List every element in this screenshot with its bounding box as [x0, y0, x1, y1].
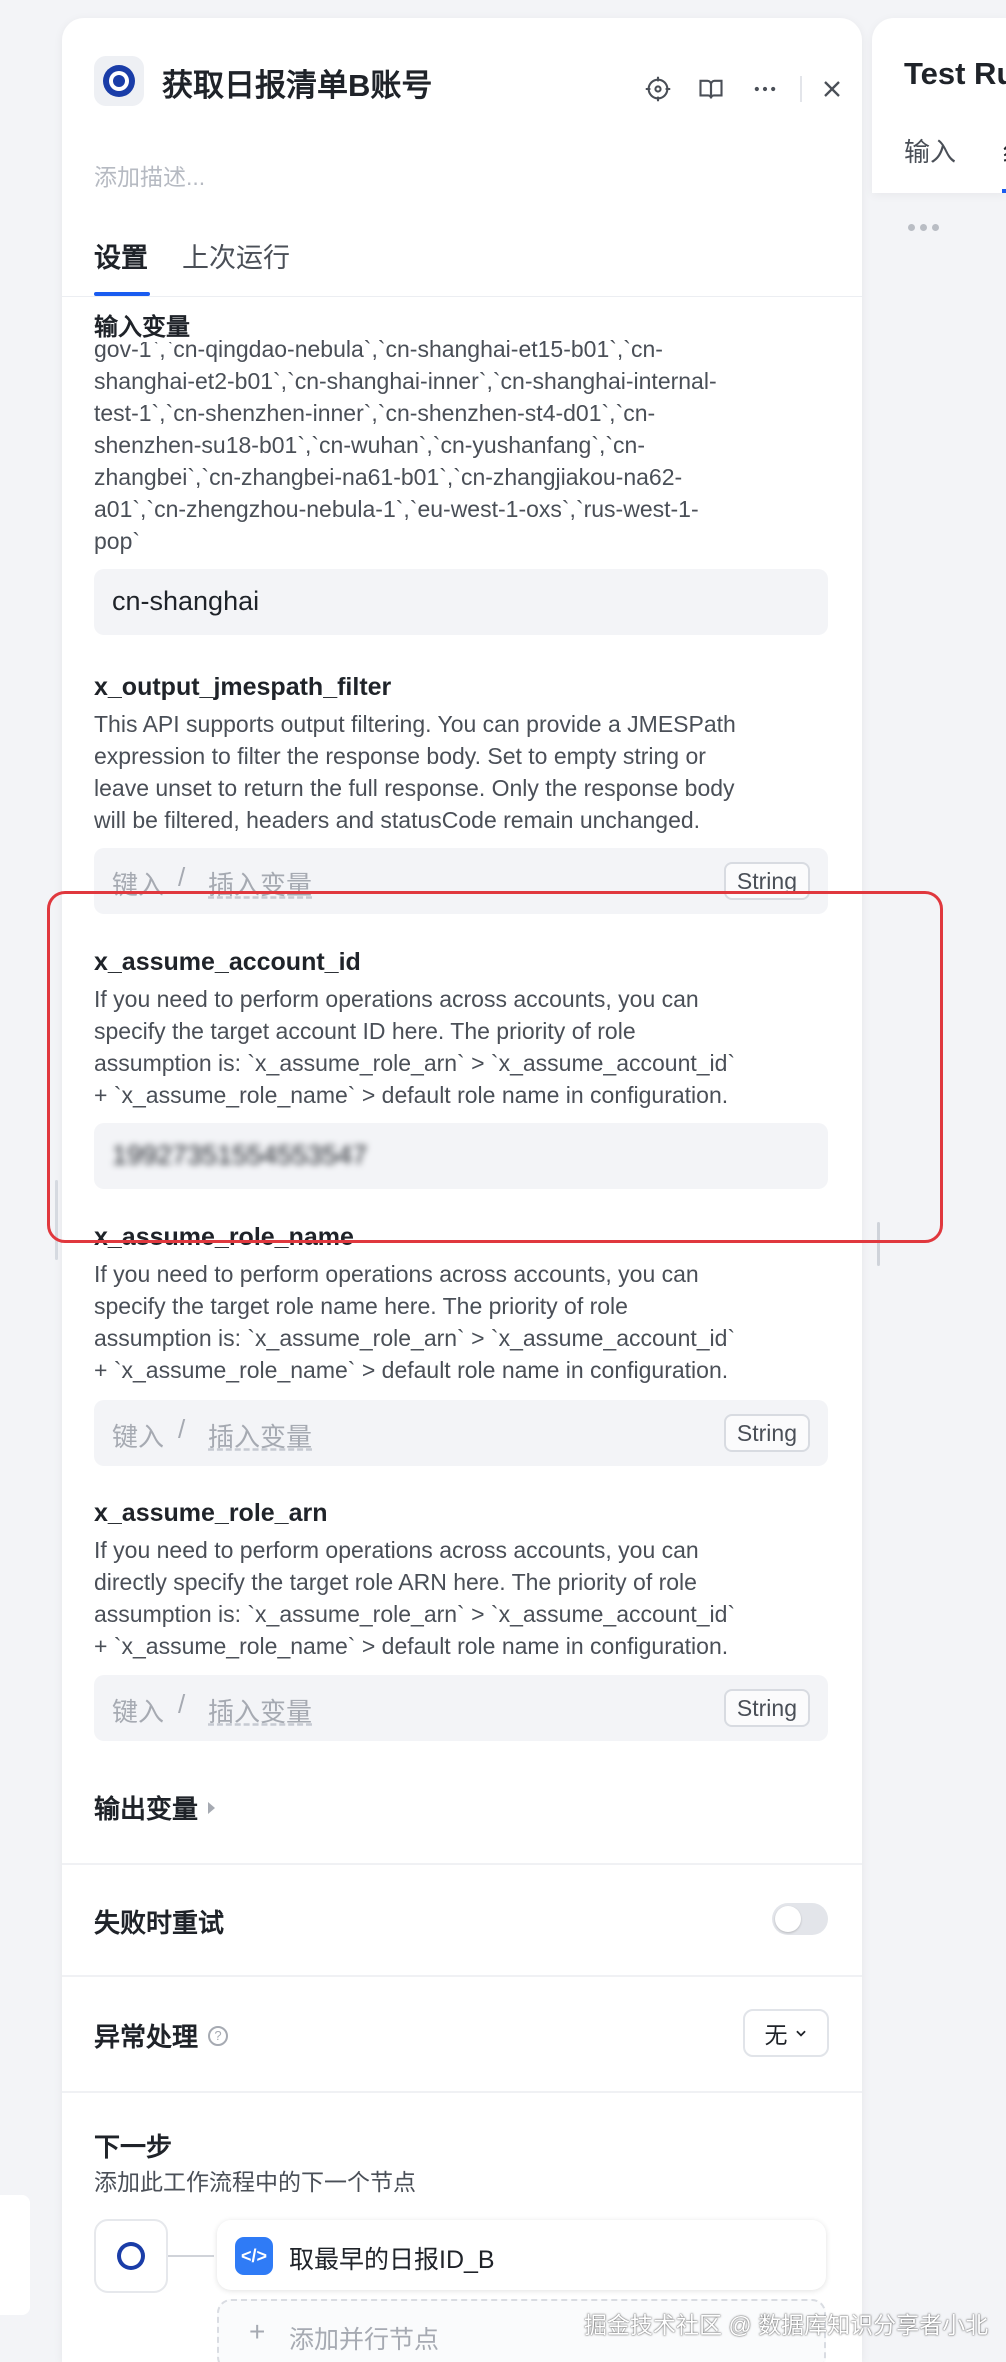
desc-line: If you need to perform operations across…	[94, 1261, 699, 1287]
desc-line: + `x_assume_role_name` > default role na…	[94, 1633, 729, 1659]
left-canvas-card	[0, 2195, 30, 2315]
role-name-input[interactable]: 键入 / 插入变量 String	[94, 1400, 828, 1466]
enum-line: shenzhen-su18-b01`,`cn-wuhan`,`cn-yushan…	[94, 432, 646, 458]
output-variables-toggle[interactable]: 输出变量	[94, 1789, 216, 1826]
desc-line: expression to filter the response body. …	[94, 743, 706, 769]
retry-label: 失败时重试	[94, 1908, 225, 1938]
desc-line: + `x_assume_role_name` > default role na…	[94, 1357, 729, 1383]
close-icon[interactable]	[817, 74, 847, 104]
desc-line: If you need to perform operations across…	[94, 1537, 699, 1563]
enum-line: a01`,`cn-zhengzhou-nebula-1`,`eu-west-1-…	[94, 496, 699, 522]
active-tab-indicator	[1002, 189, 1006, 193]
section-divider	[62, 1975, 862, 1977]
tab-last-run[interactable]: 上次运行	[182, 236, 290, 275]
chevron-down-icon	[795, 2030, 806, 2037]
key-placeholder[interactable]: 键入	[112, 1692, 164, 1729]
panel-header: 获取日报清单B账号 添加描述... 设置 上次运行	[62, 18, 862, 297]
output-variables-label: 输出变量	[94, 1794, 199, 1824]
watermark: 掘金技术社区 @ 数据库知识分享者小北	[584, 2312, 989, 2338]
next-node-label: 取最早的日报ID_B	[289, 2246, 495, 2274]
code-icon: </>	[235, 2237, 273, 2275]
type-badge[interactable]: String	[723, 1689, 810, 1727]
flow-connector	[168, 2255, 214, 2257]
next-step-title: 下一步	[94, 2132, 173, 2162]
current-node-icon	[94, 2219, 168, 2293]
field-desc-role-name: If you need to perform operations across…	[94, 1258, 814, 1386]
header-separator	[800, 76, 802, 102]
region-id-value: cn-shanghai	[112, 586, 260, 616]
section-divider	[62, 1863, 862, 1865]
slash-separator: /	[178, 862, 186, 892]
insert-variable-link[interactable]: 插入变量	[208, 1692, 312, 1729]
retry-toggle[interactable]	[772, 1903, 828, 1935]
enum-line: test-1`,`cn-shenzhen-inner`,`cn-shenzhen…	[94, 400, 656, 426]
section-divider	[62, 2091, 862, 2093]
panel-title[interactable]: 获取日报清单B账号	[162, 60, 432, 105]
enum-line: gov-1`,`cn-qingdao-nebula`,`cn-shanghai-…	[94, 336, 663, 362]
type-badge[interactable]: String	[723, 1414, 810, 1452]
tab-output-partial[interactable]: 纟	[1002, 132, 1006, 169]
loading-dots-icon	[908, 224, 939, 231]
desc-line: specify the target role name here. The p…	[94, 1293, 628, 1319]
key-placeholder[interactable]: 键入	[112, 1417, 164, 1454]
desc-line: leave unset to return the full response.…	[94, 775, 735, 801]
test-run-title: Test Ru	[904, 56, 1006, 91]
input-variables-heading: 输入变量	[94, 307, 196, 342]
slash-separator: /	[178, 1689, 186, 1719]
node-logo	[94, 56, 144, 106]
exception-selected-value: 无	[764, 2022, 788, 2048]
tab-settings[interactable]: 设置	[94, 236, 148, 275]
field-desc-role-arn: If you need to perform operations across…	[94, 1534, 814, 1662]
more-icon[interactable]	[750, 74, 780, 104]
eye-pupil	[113, 75, 125, 87]
help-icon[interactable]: ?	[208, 2025, 229, 2046]
caret-right-icon	[208, 1801, 216, 1814]
plus-icon: +	[249, 2316, 266, 2347]
exception-label: 异常处理	[94, 2022, 199, 2052]
test-run-panel: Test Ru 输入 纟	[872, 18, 1006, 193]
description-input[interactable]: 添加描述...	[94, 158, 205, 192]
exception-select[interactable]: 无	[743, 2009, 829, 2057]
highlight-annotation	[47, 891, 943, 1243]
field-label-role-arn: x_assume_role_arn	[94, 1499, 328, 1527]
enum-line: shanghai-et2-b01`,`cn-shanghai-inner`,`c…	[94, 368, 717, 394]
role-arn-input[interactable]: 键入 / 插入变量 String	[94, 1675, 828, 1741]
desc-line: assumption is: `x_assume_role_arn` > `x_…	[94, 1325, 736, 1351]
next-node-card[interactable]: </> 取最早的日报ID_B	[217, 2220, 826, 2290]
crosshair-icon[interactable]	[643, 74, 673, 104]
desc-line: This API supports output filtering. You …	[94, 711, 736, 737]
tab-input[interactable]: 输入	[904, 132, 956, 169]
add-parallel-node-label: 添加并行节点	[289, 2326, 440, 2354]
region-enum-description: gov-1`,`cn-qingdao-nebula`,`cn-shanghai-…	[94, 333, 814, 557]
field-desc-jmespath: This API supports output filtering. You …	[94, 708, 814, 836]
region-id-input[interactable]: cn-shanghai	[94, 569, 828, 635]
next-step-subtitle: 添加此工作流程中的下一个节点	[94, 2169, 416, 2195]
enum-line: pop`	[94, 528, 141, 554]
desc-line: assumption is: `x_assume_role_arn` > `x_…	[94, 1601, 736, 1627]
slash-separator: /	[178, 1414, 186, 1444]
book-icon[interactable]	[696, 74, 726, 104]
insert-variable-link[interactable]: 插入变量	[208, 1417, 312, 1454]
eye-logo-icon	[117, 2242, 145, 2270]
enum-line: zhangbei`,`cn-zhangbei-na61-b01`,`cn-zha…	[94, 464, 683, 490]
desc-line: directly specify the target role ARN her…	[94, 1569, 697, 1595]
settings-scroll-area[interactable]: 输入变量 gov-1`,`cn-qingdao-nebula`,`cn-shan…	[62, 297, 862, 2362]
exception-handling-row: 异常处理 ?	[94, 2017, 229, 2054]
field-label-jmespath: x_output_jmespath_filter	[94, 673, 392, 701]
desc-line: will be filtered, headers and statusCode…	[94, 807, 701, 833]
